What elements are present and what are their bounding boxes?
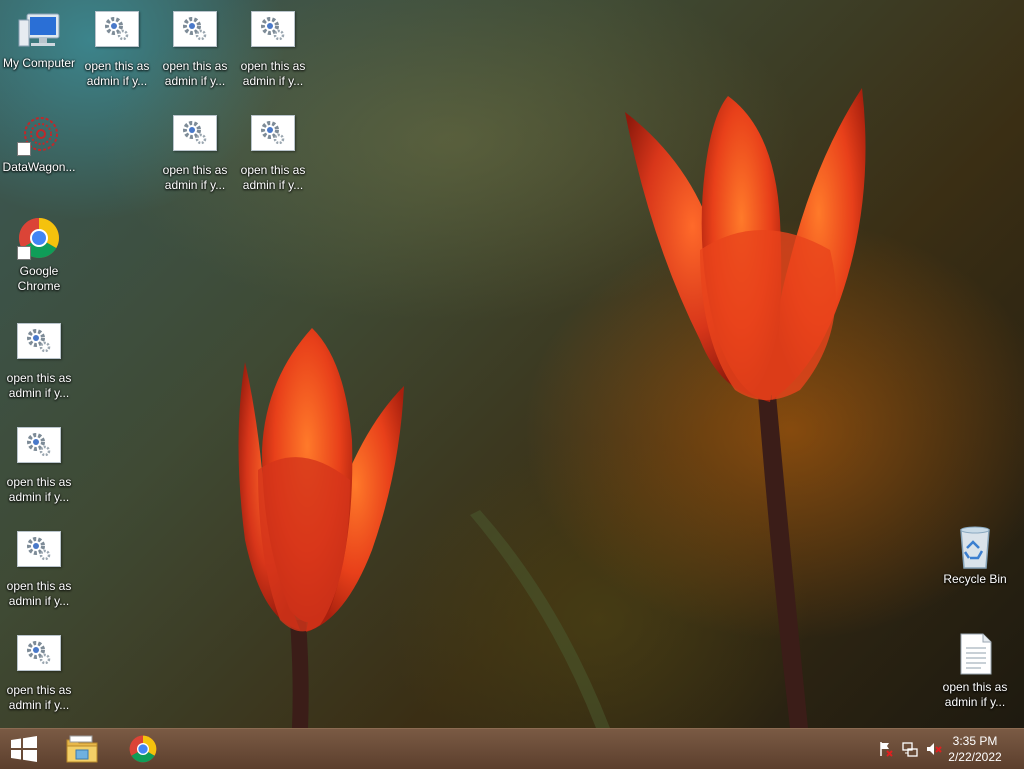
icon-label: open this as admin if y... [6, 579, 72, 608]
icon-label: open this as admin if y... [240, 59, 306, 88]
settings-file-icon [15, 323, 63, 367]
computer-icon [15, 8, 63, 52]
icon-label: Recycle Bin [943, 572, 1007, 586]
settings-file-icon [249, 115, 297, 159]
settings-file-icon [15, 531, 63, 575]
desktop-icon-admin-file[interactable]: open this as admin if y... [0, 320, 78, 401]
desktop-icon-admin-file[interactable]: open this as admin if y... [0, 424, 78, 505]
windows-logo-icon [11, 736, 37, 762]
icon-label: Google Chrome [17, 264, 61, 293]
system-tray: 3:35 PM 2/22/2022 [864, 729, 1024, 769]
icon-label: open this as admin if y... [6, 683, 72, 712]
network-icon[interactable] [902, 741, 918, 757]
recycle-bin-icon [951, 524, 999, 569]
icon-label: open this as admin if y... [240, 163, 306, 192]
chrome-icon [129, 735, 157, 763]
icon-label: open this as admin if y... [6, 371, 72, 400]
desktop-background[interactable]: My Computer DataWagon... Google Chrome o… [0, 0, 1024, 728]
datawagon-icon [15, 112, 63, 156]
desktop-icon-admin-file[interactable]: open this as admin if y... [156, 8, 234, 89]
clock[interactable]: 3:35 PM 2/22/2022 [940, 733, 1010, 765]
icon-label: open this as admin if y... [84, 59, 150, 88]
settings-file-icon [15, 635, 63, 679]
folder-icon [66, 735, 98, 763]
desktop-icon-admin-file[interactable]: open this as admin if y... [0, 632, 78, 713]
desktop-icon-recycle-bin[interactable]: Recycle Bin [936, 524, 1014, 587]
desktop-icon-google-chrome[interactable]: Google Chrome [0, 216, 78, 294]
settings-file-icon [15, 427, 63, 471]
text-file-icon [951, 632, 999, 676]
desktop-icon-admin-file[interactable]: open this as admin if y... [234, 112, 312, 193]
settings-file-icon [171, 115, 219, 159]
settings-file-icon [249, 11, 297, 55]
clock-date: 2/22/2022 [948, 750, 1002, 764]
desktop-icon-admin-file[interactable]: open this as admin if y... [156, 112, 234, 193]
desktop-icon-my-computer[interactable]: My Computer [0, 8, 78, 71]
tulip-wallpaper [238, 88, 866, 728]
chrome-icon [15, 216, 63, 260]
start-button[interactable] [0, 729, 48, 769]
icon-label: open this as admin if y... [942, 680, 1008, 709]
desktop-icon-datawagon[interactable]: DataWagon... [0, 112, 78, 175]
file-explorer-button[interactable] [54, 729, 110, 769]
chrome-taskbar-button[interactable] [115, 729, 171, 769]
icon-label: open this as admin if y... [162, 59, 228, 88]
settings-file-icon [93, 11, 141, 55]
icon-label: open this as admin if y... [162, 163, 228, 192]
desktop-icon-admin-file[interactable]: open this as admin if y... [0, 528, 78, 609]
shortcut-arrow-icon [17, 246, 31, 260]
desktop-icon-admin-file[interactable]: open this as admin if y... [78, 8, 156, 89]
settings-file-icon [171, 11, 219, 55]
icon-label: DataWagon... [2, 160, 76, 174]
desktop-icon-admin-file[interactable]: open this as admin if y... [234, 8, 312, 89]
clock-time: 3:35 PM [952, 734, 998, 748]
shortcut-arrow-icon [17, 142, 31, 156]
taskbar: 3:35 PM 2/22/2022 [0, 728, 1024, 769]
action-center-flag-icon[interactable] [878, 741, 894, 757]
desktop-icon-admin-text-file[interactable]: open this as admin if y... [936, 632, 1014, 710]
icon-label: open this as admin if y... [6, 475, 72, 504]
icon-label: My Computer [2, 56, 76, 70]
